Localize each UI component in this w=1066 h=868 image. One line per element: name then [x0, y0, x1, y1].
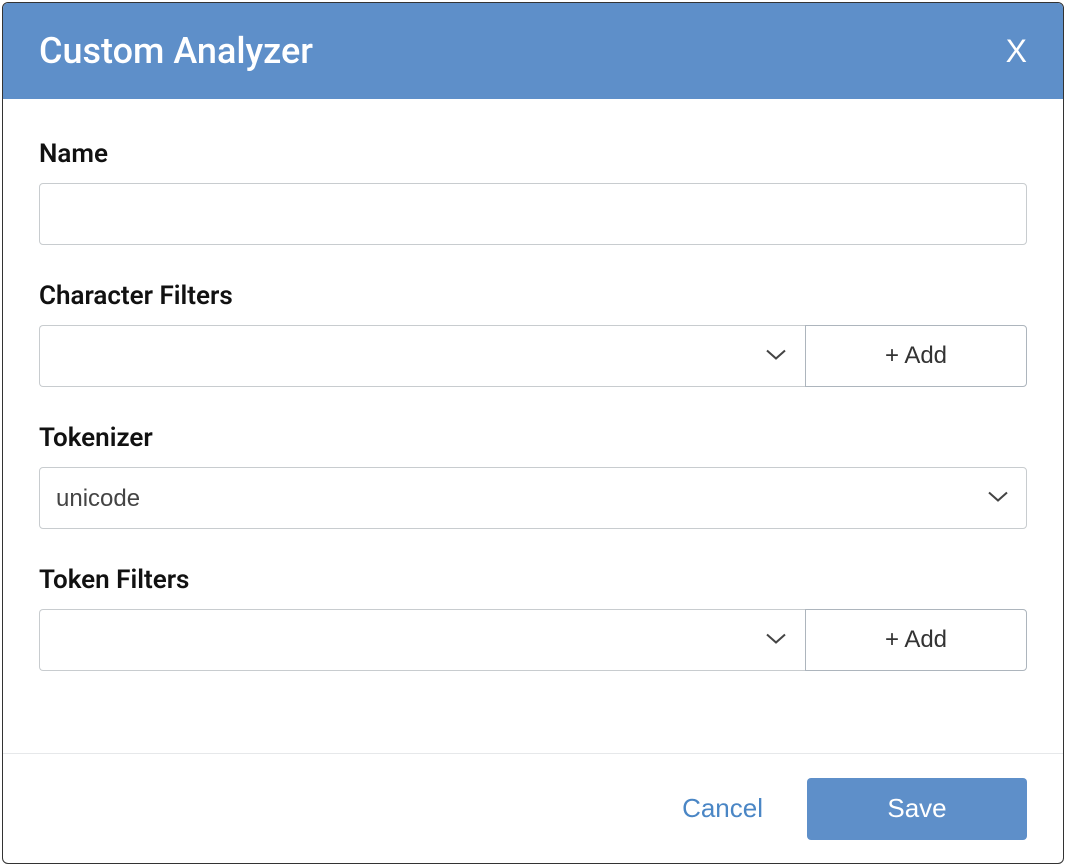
modal-footer: Cancel Save: [3, 753, 1063, 863]
modal-title: Custom Analyzer: [39, 30, 313, 72]
token-filters-select[interactable]: [39, 609, 805, 671]
save-button[interactable]: Save: [807, 778, 1027, 840]
tokenizer-select-wrapper: unicode: [39, 467, 1027, 529]
token-filters-row: + Add: [39, 609, 1027, 671]
token-filters-label: Token Filters: [39, 565, 1027, 595]
token-filters-select-wrapper: [39, 609, 805, 671]
name-input[interactable]: [39, 183, 1027, 245]
character-filters-row: + Add: [39, 325, 1027, 387]
token-filters-add-button[interactable]: + Add: [805, 609, 1027, 671]
character-filters-select[interactable]: [39, 325, 805, 387]
modal-header: Custom Analyzer X: [3, 3, 1063, 99]
name-label: Name: [39, 139, 1027, 169]
tokenizer-label: Tokenizer: [39, 423, 1027, 453]
close-button[interactable]: X: [1006, 33, 1027, 70]
character-filters-group: Character Filters + Add: [39, 281, 1027, 387]
name-group: Name: [39, 139, 1027, 245]
character-filters-label: Character Filters: [39, 281, 1027, 311]
character-filters-select-wrapper: [39, 325, 805, 387]
tokenizer-select[interactable]: unicode: [39, 467, 1027, 529]
cancel-button[interactable]: Cancel: [678, 785, 767, 832]
tokenizer-group: Tokenizer unicode: [39, 423, 1027, 529]
character-filters-add-button[interactable]: + Add: [805, 325, 1027, 387]
modal-body: Name Character Filters + Add Tokenizer: [3, 99, 1063, 753]
token-filters-group: Token Filters + Add: [39, 565, 1027, 671]
custom-analyzer-modal: Custom Analyzer X Name Character Filters: [2, 2, 1064, 864]
